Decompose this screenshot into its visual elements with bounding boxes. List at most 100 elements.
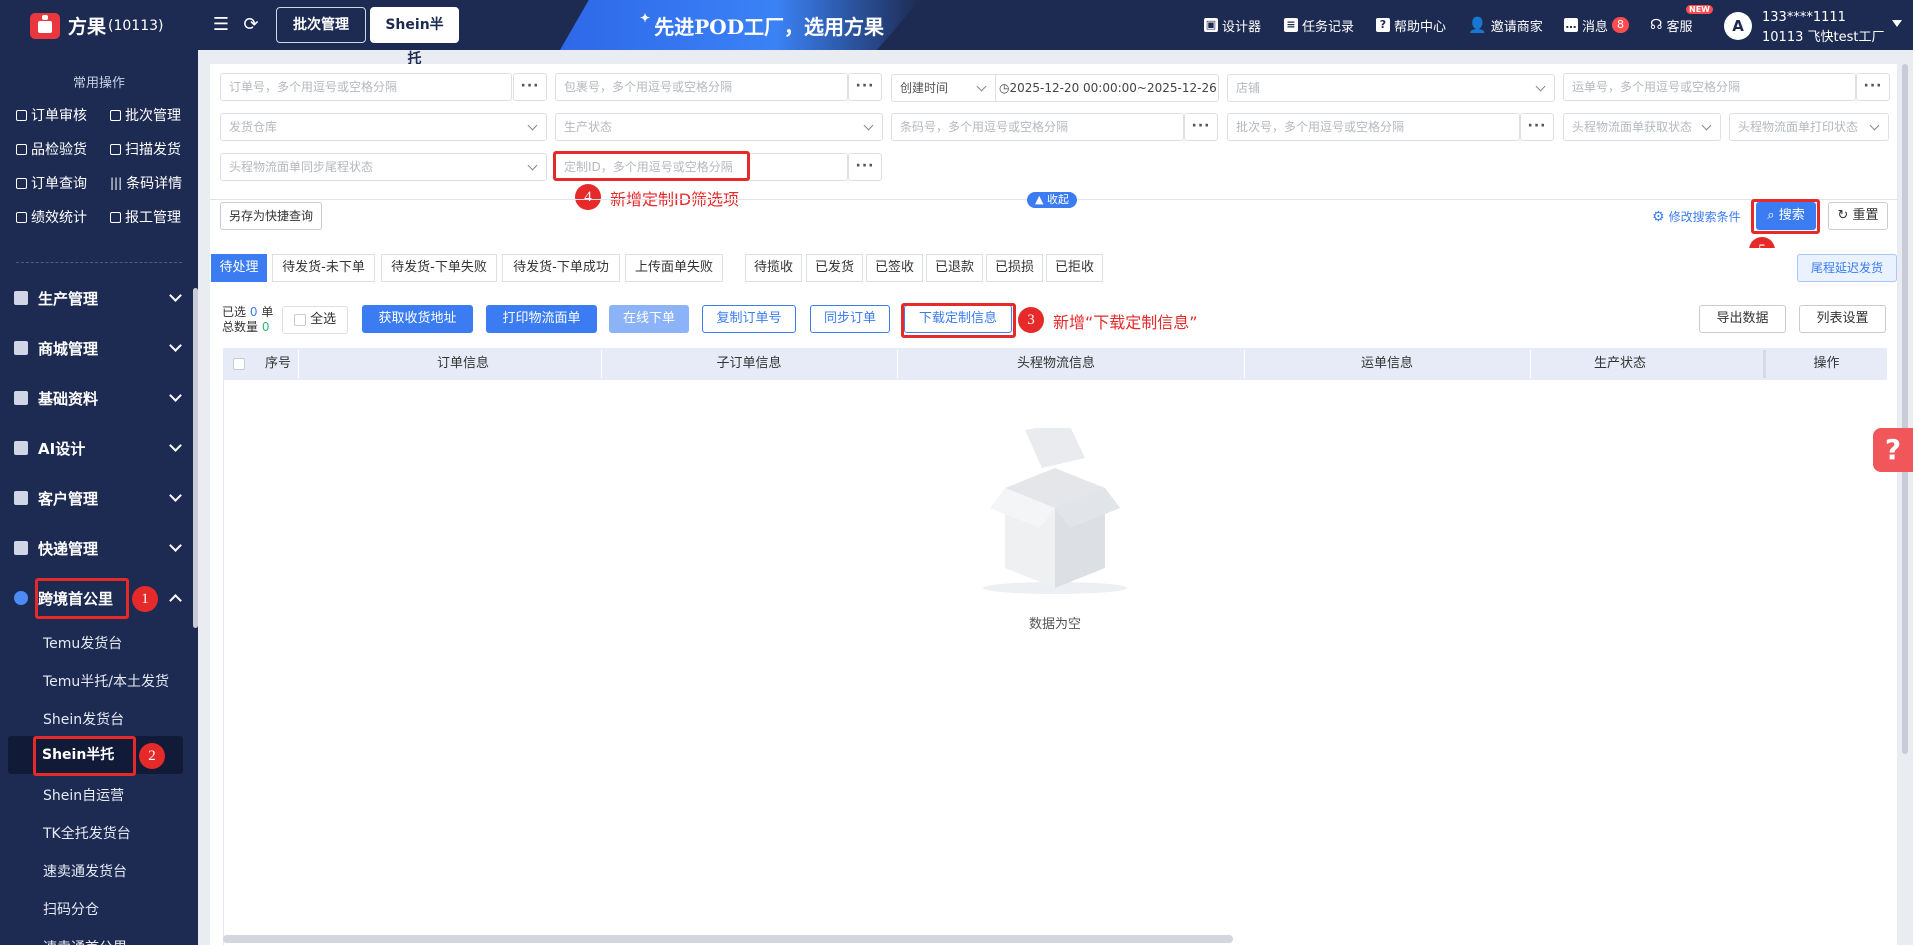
- help-link[interactable]: ? 帮助中心: [1376, 14, 1446, 36]
- tab-batch-management[interactable]: 批次管理: [276, 7, 366, 43]
- tab-order-success[interactable]: 待发货-下单成功: [502, 254, 620, 282]
- waybill-no-input[interactable]: 运单号，多个用逗号或空格分隔: [1563, 73, 1856, 101]
- quick-performance[interactable]: 绩效统计: [16, 207, 87, 227]
- tab-rejected[interactable]: 已拒收: [1046, 254, 1103, 282]
- sidebar-item-ai-design[interactable]: AI设计: [14, 432, 184, 464]
- first-leg-sync-status-select[interactable]: 头程物流面单同步尾程状态: [220, 153, 547, 181]
- shop-select[interactable]: 店铺: [1227, 74, 1555, 102]
- vertical-scrollbar[interactable]: [1902, 64, 1908, 754]
- edit-search-conditions-link[interactable]: ⚙ 修改搜索条件: [1652, 208, 1741, 225]
- copy-order-no-button[interactable]: 复制订单号: [702, 305, 796, 333]
- first-leg-get-status-select[interactable]: 头程物流面单获取状态: [1563, 113, 1721, 141]
- tab-shein-semi[interactable]: Shein半托: [370, 7, 459, 67]
- sidebar-sub-aliexpress[interactable]: 速卖通发货台: [43, 861, 127, 881]
- barcode-input[interactable]: 条码号，多个用逗号或空格分隔: [891, 113, 1184, 141]
- horizontal-scrollbar[interactable]: [223, 935, 1233, 943]
- menu-fold-icon[interactable]: ☰: [210, 14, 232, 36]
- col-production-status: 生产状态: [1593, 356, 1646, 371]
- sidebar-scrollbar[interactable]: [193, 288, 198, 628]
- warehouse-select[interactable]: 发货仓库: [220, 113, 547, 141]
- quick-work-report[interactable]: 报工管理: [110, 207, 181, 227]
- production-status-select[interactable]: 生产状态: [555, 113, 883, 141]
- sidebar-sub-temu-semi[interactable]: Temu半托/本土发货: [43, 671, 169, 691]
- tab-shipped[interactable]: 已发货: [806, 254, 863, 282]
- invite-label: 邀请商家: [1490, 19, 1543, 35]
- header-checkbox[interactable]: [231, 348, 247, 380]
- sidebar-item-mall[interactable]: 商城管理: [14, 332, 184, 364]
- service-link[interactable]: ☊ 客服: [1650, 14, 1692, 36]
- sidebar-item-customers[interactable]: 客户管理: [14, 482, 184, 514]
- quick-order-query[interactable]: 订单查询: [16, 173, 87, 193]
- annotation-box-5: [1751, 199, 1820, 234]
- sidebar-sub-aliexpress-first[interactable]: 速卖通首公里: [43, 937, 127, 945]
- tasks-link[interactable]: ≡ 任务记录: [1284, 14, 1354, 36]
- menu-label: 客户管理: [38, 489, 99, 508]
- first-leg-print-status-select[interactable]: 头程物流面单打印状态: [1729, 113, 1889, 141]
- package-no-more-button[interactable]: ···: [848, 73, 882, 101]
- menu-label: 基础资料: [38, 389, 99, 408]
- chevron-down-icon: [169, 339, 182, 352]
- print-label-button[interactable]: 打印物流面单: [486, 305, 597, 333]
- quick-scan-ship[interactable]: 扫描发货: [110, 139, 181, 159]
- package-no-input[interactable]: 包裹号，多个用逗号或空格分隔: [555, 73, 848, 101]
- order-no-input[interactable]: 订单号，多个用逗号或空格分隔: [220, 73, 512, 101]
- sidebar-item-base-data[interactable]: 基础资料: [14, 382, 184, 414]
- sidebar-sub-temu-shipping[interactable]: Temu发货台: [43, 633, 122, 653]
- batch-no-more-button[interactable]: ···: [1520, 113, 1554, 141]
- refresh-icon[interactable]: ⟳: [240, 14, 262, 36]
- tab-upload-failed[interactable]: 上传面单失败: [625, 254, 723, 282]
- export-data-button[interactable]: 导出数据: [1699, 305, 1786, 333]
- user-phone[interactable]: 133****1111: [1762, 10, 1846, 25]
- report-icon: [110, 211, 121, 223]
- designer-link[interactable]: ▣ 设计器: [1204, 14, 1261, 36]
- quick-batch-management[interactable]: 批次管理: [110, 105, 181, 125]
- tab-damaged[interactable]: 已损损: [986, 254, 1043, 282]
- caret-down-icon[interactable]: [1892, 20, 1902, 27]
- quick-quality-check[interactable]: 品检验货: [16, 139, 87, 159]
- sidebar-sub-scan-split[interactable]: 扫码分仓: [43, 899, 99, 919]
- table-header: 序号 订单信息 子订单信息 头程物流信息 运单信息 生产状态 操作: [223, 348, 1887, 380]
- brand-logo[interactable]: 方果 (10113): [30, 12, 163, 39]
- messages-link[interactable]: … 消息 8: [1564, 14, 1630, 36]
- order-no-more-button[interactable]: ···: [513, 73, 547, 101]
- caret-up-icon: ▲: [1035, 193, 1047, 206]
- get-address-button[interactable]: 获取收货地址: [362, 305, 473, 333]
- time-type-select[interactable]: 创建时间: [891, 74, 996, 102]
- date-range-picker[interactable]: ◷2025-12-20 00:00:00~2025-12-26 23:59:59: [995, 74, 1219, 102]
- invite-link[interactable]: 👤 邀请商家: [1468, 14, 1543, 36]
- waybill-no-more-button[interactable]: ···: [1856, 73, 1890, 101]
- collapse-button[interactable]: ▲ 收起: [1027, 192, 1077, 208]
- sidebar-sub-tk-full[interactable]: TK全托发货台: [43, 823, 131, 843]
- quick-barcode-detail[interactable]: ||| 条码详情: [110, 173, 182, 193]
- batch-no-input[interactable]: 批次号，多个用逗号或空格分隔: [1227, 113, 1520, 141]
- column-settings-button[interactable]: 列表设置: [1799, 305, 1886, 333]
- sidebar-item-express[interactable]: 快递管理: [14, 532, 184, 564]
- online-order-button[interactable]: 在线下单: [609, 305, 689, 333]
- sync-order-button[interactable]: 同步订单: [810, 305, 890, 333]
- col-waybill-info: 运单信息: [1360, 356, 1413, 371]
- tab-signed[interactable]: 已签收: [866, 254, 923, 282]
- tab-unordered[interactable]: 待发货-未下单: [272, 254, 375, 282]
- select-all-checkbox[interactable]: 全选: [282, 306, 348, 334]
- sidebar-sub-shein-self[interactable]: Shein自运营: [43, 785, 124, 805]
- user-factory-name[interactable]: 10113 飞快test工厂: [1762, 26, 1884, 45]
- tab-order-failed[interactable]: 待发货-下单失败: [381, 254, 497, 282]
- save-quick-query-button[interactable]: 另存为快捷查询: [220, 202, 322, 230]
- quick-label: 报工管理: [125, 210, 181, 226]
- messages-count-badge: 8: [1612, 17, 1630, 33]
- barcode-more-button[interactable]: ···: [1184, 113, 1218, 141]
- custom-id-more-button[interactable]: ···: [848, 153, 882, 181]
- quick-ops-heading: 常用操作: [72, 76, 125, 91]
- col-first-leg-info: 头程物流信息: [1016, 356, 1095, 371]
- reset-button[interactable]: ↻ 重置: [1828, 202, 1888, 230]
- sidebar-sub-shein-shipping[interactable]: Shein发货台: [43, 709, 124, 729]
- tab-refunded[interactable]: 已退款: [926, 254, 983, 282]
- help-float-icon[interactable]: ?: [1873, 428, 1913, 472]
- tail-delay-ship-button[interactable]: 尾程延迟发货: [1797, 254, 1897, 282]
- quick-order-review[interactable]: 订单审核: [16, 105, 87, 125]
- sidebar-item-production[interactable]: 生产管理: [14, 282, 184, 314]
- tab-pending[interactable]: 待处理: [211, 254, 267, 282]
- col-order-info: 订单信息: [436, 356, 489, 371]
- tab-awaiting-pickup[interactable]: 待揽收: [745, 254, 802, 282]
- user-avatar-icon[interactable]: A: [1724, 12, 1752, 40]
